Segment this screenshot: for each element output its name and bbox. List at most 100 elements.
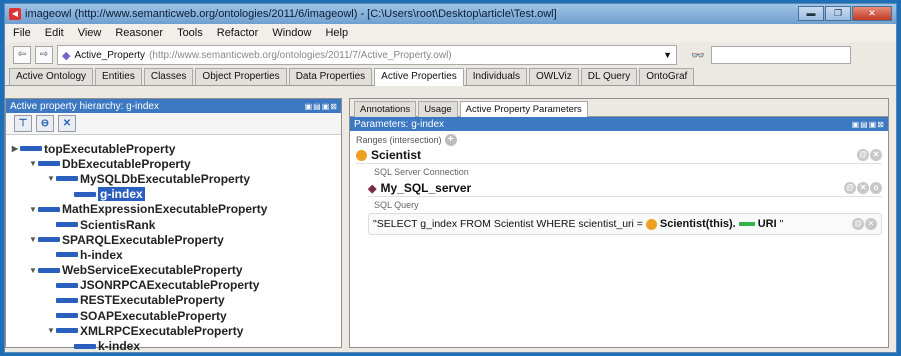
tab-active-ontology[interactable]: Active Ontology	[9, 68, 94, 85]
expand-arrow-icon[interactable]: ▼	[28, 205, 38, 214]
expand-arrow-icon[interactable]: ▶	[10, 144, 20, 153]
menu-refactor[interactable]: Refactor	[217, 27, 259, 39]
tree-node-label: topExecutableProperty	[44, 141, 176, 156]
tree-node[interactable]: g-index	[10, 187, 341, 202]
forward-button[interactable]: ⇨	[35, 46, 53, 64]
tree-node-label: ScientisRank	[80, 217, 156, 232]
query-class: Scientist(this).	[659, 218, 736, 230]
expand-arrow-icon[interactable]: ▼	[28, 159, 38, 168]
tree-node-label: WebServiceExecutableProperty	[62, 263, 243, 278]
tab-individuals[interactable]: Individuals	[465, 68, 528, 85]
query-row[interactable]: "SELECT g_index FROM Scientist WHERE sci…	[368, 213, 882, 235]
menu-edit[interactable]: Edit	[45, 27, 64, 39]
menu-reasoner[interactable]: Reasoner	[115, 27, 163, 39]
menu-help[interactable]: Help	[325, 27, 348, 39]
ranges-label: Ranges (intersection) +	[356, 133, 882, 147]
query-prefix: "SELECT g_index FROM Scientist WHERE sci…	[373, 218, 643, 230]
minimize-button[interactable]: ▬	[798, 6, 824, 21]
individual-diamond-icon: ◆	[368, 182, 377, 195]
edit-icon[interactable]: @	[857, 149, 869, 161]
title-bar: ◀ imageowl (http://www.semanticweb.org/o…	[5, 4, 896, 24]
menu-file[interactable]: File	[13, 27, 31, 39]
add-sibling-button[interactable]: ⊖	[36, 115, 54, 132]
tree-node[interactable]: ▼ XMLRPCExecutableProperty	[10, 323, 341, 338]
close-button[interactable]: ✕	[852, 6, 892, 21]
app-icon: ◀	[9, 8, 21, 20]
tree-node-label: h-index	[80, 247, 123, 262]
window-title: imageowl (http://www.semanticweb.org/ont…	[25, 8, 557, 20]
back-button[interactable]: ⇦	[13, 46, 31, 64]
menu-window[interactable]: Window	[272, 27, 311, 39]
tree-node[interactable]: ▶ topExecutableProperty	[10, 141, 341, 156]
expand-arrow-icon[interactable]: ▼	[46, 326, 56, 335]
tree-node[interactable]: h-index	[10, 247, 341, 262]
parameters-title: Parameters: g-index	[354, 118, 445, 130]
tree-node-label: XMLRPCExecutableProperty	[80, 323, 244, 338]
delete-icon[interactable]: ✕	[870, 149, 882, 161]
query-suffix: "	[779, 218, 784, 230]
expand-arrow-icon[interactable]: ▼	[28, 235, 38, 244]
property-tree: ▶ topExecutableProperty ▼ DbExecutablePrope…	[6, 135, 341, 354]
pane-controls[interactable]: ▣▤▣⊠	[305, 102, 341, 111]
range-value: Scientist	[371, 148, 422, 162]
tab-owlviz[interactable]: OWLViz	[529, 68, 579, 85]
tab-classes[interactable]: Classes	[143, 68, 194, 85]
pane-controls[interactable]: ▣▤▣⊠	[852, 120, 888, 129]
class-icon	[356, 149, 367, 161]
property-bar-icon	[56, 297, 78, 303]
tree-node[interactable]: ▼ DbExecutableProperty	[10, 156, 341, 171]
ranges-label-text: Ranges (intersection)	[356, 135, 442, 145]
query-text: "SELECT g_index FROM Scientist WHERE sci…	[373, 218, 783, 230]
ontology-url: (http://www.semanticweb.org/ontologies/2…	[149, 49, 452, 61]
delete-icon[interactable]: ✕	[857, 182, 869, 194]
maximize-button[interactable]: ❐	[825, 6, 851, 21]
delete-property-button[interactable]: ✕	[58, 115, 76, 132]
range-row[interactable]: Scientist @ ✕	[356, 147, 882, 164]
tab-dl-query[interactable]: DL Query	[580, 68, 638, 85]
tab-data-properties[interactable]: Data Properties	[288, 68, 373, 85]
property-hierarchy-pane: Active property hierarchy: g-index ▣▤▣⊠ …	[5, 98, 342, 353]
add-subproperty-button[interactable]: ⊤	[14, 115, 32, 132]
menu-bar: File Edit View Reasoner Tools Refactor W…	[5, 24, 896, 42]
edit-icon[interactable]: @	[852, 218, 864, 230]
tree-node[interactable]: k-index	[10, 338, 341, 353]
tab-annotations[interactable]: Annotations	[354, 101, 417, 117]
expand-arrow-icon[interactable]: ▼	[46, 174, 56, 183]
delete-icon[interactable]: ✕	[865, 218, 877, 230]
chevron-down-icon[interactable]: ▼	[663, 50, 672, 60]
property-bar-icon	[56, 222, 78, 228]
tab-ontograf[interactable]: OntoGraf	[639, 68, 695, 85]
data-property-icon	[738, 222, 755, 226]
tree-node[interactable]: ScientisRank	[10, 217, 341, 232]
connection-value: My_SQL_server	[380, 181, 472, 195]
tree-node-label: DbExecutableProperty	[62, 156, 191, 171]
tree-node[interactable]: JSONRPCAExecutableProperty	[10, 278, 341, 293]
class-icon	[645, 218, 657, 230]
parameters-pane: Annotations Usage Active Property Parame…	[349, 98, 889, 348]
ontology-entity: Active_Property	[74, 49, 146, 61]
tree-node[interactable]: ▼ MathExpressionExecutableProperty	[10, 202, 341, 217]
info-icon[interactable]: @	[844, 182, 856, 194]
add-range-icon[interactable]: +	[444, 134, 457, 146]
search-input[interactable]	[711, 46, 851, 64]
property-bar-icon	[74, 191, 96, 197]
tree-node[interactable]: RESTExecutableProperty	[10, 293, 341, 308]
property-bar-icon	[56, 328, 78, 334]
tree-node[interactable]: ▼ SPARQLExecutableProperty	[10, 232, 341, 247]
tree-node[interactable]: ▼ WebServiceExecutableProperty	[10, 263, 341, 278]
tab-entities[interactable]: Entities	[95, 68, 142, 85]
expand-arrow-icon[interactable]: ▼	[28, 266, 38, 275]
tree-node[interactable]: ▼ MySQLDbExecutableProperty	[10, 171, 341, 186]
tab-usage[interactable]: Usage	[418, 101, 458, 117]
tree-node[interactable]: SOAPExecutableProperty	[10, 308, 341, 323]
property-bar-icon	[74, 343, 96, 349]
edit-icon[interactable]: o	[870, 182, 882, 194]
menu-view[interactable]: View	[78, 27, 102, 39]
connection-row[interactable]: ◆ My_SQL_server @ ✕ o	[368, 180, 882, 197]
query-label: SQL Query	[374, 200, 419, 210]
menu-tools[interactable]: Tools	[177, 27, 203, 39]
tab-active-property-parameters[interactable]: Active Property Parameters	[459, 101, 588, 117]
ontology-selector[interactable]: ◆ Active_Property (http://www.semanticwe…	[57, 45, 677, 65]
tab-object-properties[interactable]: Object Properties	[195, 68, 287, 85]
tab-active-properties[interactable]: Active Properties	[374, 68, 464, 86]
